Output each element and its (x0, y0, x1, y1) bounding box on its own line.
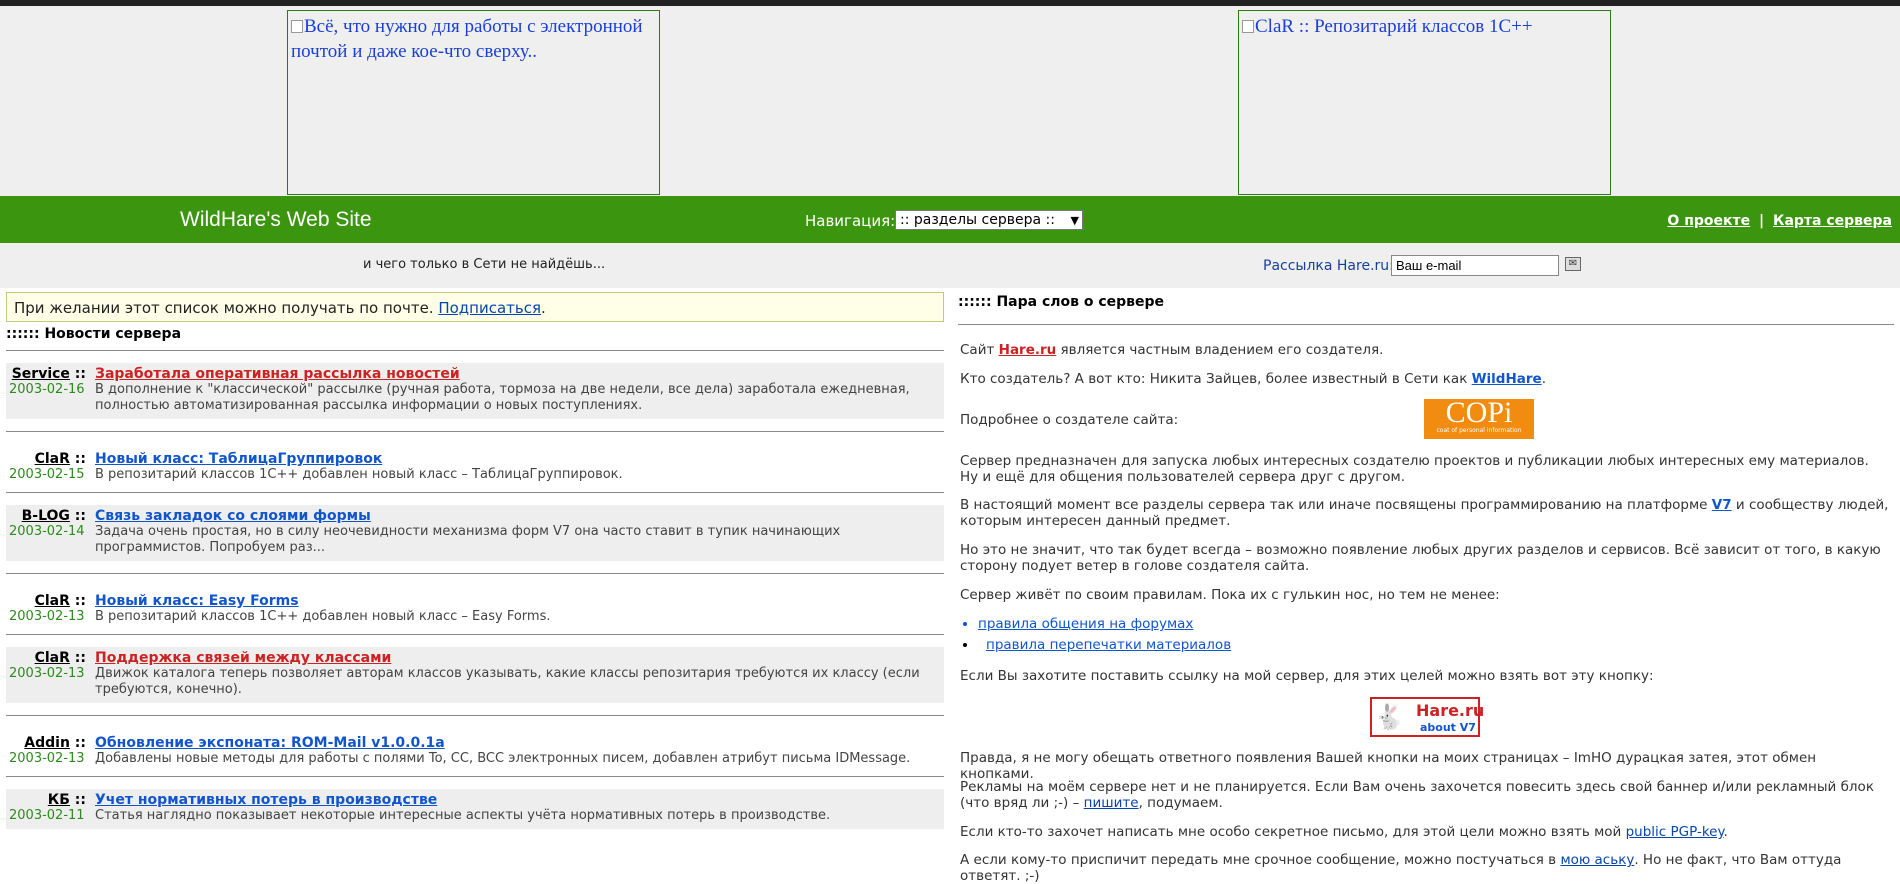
copi-logo-text: COPi (1445, 396, 1513, 429)
news-item: Service :: 2003-02-16 Заработала операти… (6, 363, 944, 419)
news-text: Движок каталога теперь позволяет авторам… (95, 666, 920, 697)
hare-ru-link[interactable]: Hare.ru (999, 342, 1057, 358)
tagline-bar: и чего только в Сети не найдёшь... Рассы… (0, 243, 1900, 288)
about-section-title: :::::: Пара слов о сервере (958, 294, 1165, 310)
subscribe-notice: При желании этот список можно получать п… (6, 292, 944, 322)
about-paragraph: Кто создатель? А вот кто: Никита Зайцев,… (960, 371, 1546, 387)
news-category[interactable]: B-LOG :: (6, 508, 86, 524)
clar-banner[interactable]: ClaR :: Репозитарий классов 1С++ (1238, 10, 1611, 195)
hare-button-title: Hare.ru (1416, 701, 1485, 720)
copi-caption: coat of personal information (1436, 427, 1522, 434)
news-title-link[interactable]: Поддержка связей между классами (95, 650, 391, 666)
tagline: и чего только в Сети не найдёшь... (363, 257, 606, 272)
hare-ru-button[interactable]: 🐇 Hare.ru about V7 (1370, 697, 1484, 737)
list-item: правила перепечатки материалов (978, 635, 1878, 656)
mail-banner-alt: Всё, что нужно для работы с электронной … (291, 16, 643, 62)
news-item: Addin :: 2003-02-13 Обновление экспоната… (6, 732, 944, 770)
about-project-link[interactable]: О проекте (1667, 213, 1750, 229)
navigation-label: Навигация: (805, 212, 896, 230)
about-paragraph: Рекламы на моём сервере нет и не планиру… (960, 779, 1874, 811)
news-text: Задача очень простая, но в силу неочевид… (95, 524, 841, 555)
news-section-title: :::::: Новости сервера (6, 326, 182, 342)
subscribe-email-input[interactable] (1391, 255, 1559, 276)
about-paragraph: Правда, я не могу обещать ответного появ… (960, 750, 1817, 782)
envelope-icon: ✉ (1568, 258, 1578, 269)
news-title-link[interactable]: Новый класс: ТаблицаГруппировок (95, 451, 382, 467)
icq-link[interactable]: мою аську (1560, 852, 1634, 868)
clar-banner-alt: ClaR :: Репозитарий классов 1С++ (1255, 16, 1533, 37)
news-date: 2003-02-11 (9, 808, 85, 823)
news-title-link[interactable]: Новый класс: Easy Forms (95, 593, 299, 609)
hare-button-subtitle: about V7 (1420, 721, 1476, 734)
notice-subscribe-link[interactable]: Подписаться (438, 299, 541, 317)
site-title: WildHare's Web Site (180, 208, 372, 231)
news-text: Статья наглядно показывает некоторые инт… (95, 808, 831, 823)
news-date: 2003-02-13 (9, 666, 85, 681)
news-date: 2003-02-13 (9, 609, 85, 624)
about-paragraph: В настоящий момент все разделы сервера т… (960, 497, 1889, 529)
link-divider: | (1759, 213, 1765, 229)
subscribe-label: Рассылка Hare.ru: (1263, 258, 1394, 274)
news-title-link[interactable]: Учет нормативных потерь в производстве (95, 792, 437, 808)
reprint-rules-link[interactable]: правила перепечатки материалов (986, 637, 1231, 653)
banner-zone: Всё, что нужно для работы с электронной … (0, 6, 1900, 196)
news-category[interactable]: Service :: (6, 366, 86, 382)
forum-rules-link[interactable]: правила общения на форумах (978, 616, 1193, 632)
v7-link[interactable]: V7 (1712, 497, 1732, 513)
rules-list: правила общения на форумах правила переп… (960, 614, 1878, 656)
mail-banner[interactable]: Всё, что нужно для работы с электронной … (287, 10, 660, 195)
sitemap-link[interactable]: Карта сервера (1773, 213, 1892, 229)
news-item: КБ :: 2003-02-11 Учет нормативных потерь… (6, 789, 944, 829)
news-date: 2003-02-15 (9, 467, 85, 482)
news-date: 2003-02-13 (9, 751, 85, 766)
news-text: В дополнение к "классической" рассылке (… (95, 382, 910, 413)
news-category[interactable]: КБ :: (6, 792, 86, 808)
about-paragraph: Сайт Hare.ru является частным владением … (960, 342, 1384, 358)
news-date: 2003-02-16 (9, 382, 85, 397)
about-paragraph: Сервер предназначен для запуска любых ин… (960, 453, 1869, 485)
news-title-link[interactable]: Обновление экспоната: ROM-Mail v1.0.0.1a (95, 735, 445, 751)
about-paragraph: Если Вы захотите поставить ссылку на мой… (960, 668, 1654, 684)
about-paragraph: Сервер живёт по своим правилам. Пока их … (960, 587, 1500, 603)
news-category[interactable]: Addin :: (6, 735, 86, 751)
chevron-down-icon: ▼ (1070, 214, 1079, 227)
news-category[interactable]: ClaR :: (6, 451, 86, 467)
divider (958, 324, 1894, 325)
navigation-select[interactable]: :: разделы сервера :: ▼ (895, 210, 1083, 230)
top-links: О проекте | Карта сервера (1667, 213, 1892, 229)
news-text: В репозитарий классов 1С++ добавлен новы… (95, 467, 623, 482)
notice-dot: . (541, 299, 546, 317)
news-item: B-LOG :: 2003-02-14 Связь закладок со сл… (6, 505, 944, 561)
news-category[interactable]: ClaR :: (6, 593, 86, 609)
news-category[interactable]: ClaR :: (6, 650, 86, 666)
news-item: ClaR :: 2003-02-13 Новый класс: Easy For… (6, 590, 944, 628)
pgp-key-link[interactable]: public PGP-key (1626, 824, 1724, 840)
news-date: 2003-02-14 (9, 524, 85, 539)
broken-image-icon (291, 20, 303, 33)
news-item: ClaR :: 2003-02-15 Новый класс: ТаблицаГ… (6, 448, 944, 486)
subscribe-submit-button[interactable]: ✉ (1565, 257, 1581, 271)
news-title-link[interactable]: Связь закладок со слоями формы (95, 508, 371, 524)
news-item: ClaR :: 2003-02-13 Поддержка связей межд… (6, 647, 944, 703)
header-bar: WildHare's Web Site Навигация: :: раздел… (0, 196, 1900, 243)
navigation-select-value: :: разделы сервера :: (900, 212, 1055, 228)
about-paragraph: А если кому-то приспичит передать мне ср… (960, 852, 1842, 884)
news-title-link[interactable]: Заработала оперативная рассылка новостей (95, 366, 460, 382)
news-column: При желании этот список можно получать п… (6, 292, 944, 829)
about-paragraph: Но это не значит, что так будет всегда –… (960, 542, 1881, 574)
about-paragraph: Если кто-то захочет написать мне особо с… (960, 824, 1728, 840)
news-text: В репозитарий классов 1С++ добавлен новы… (95, 609, 551, 624)
notice-text: При желании этот список можно получать п… (14, 299, 434, 317)
wildhare-link[interactable]: WildHare (1472, 371, 1542, 387)
write-link[interactable]: пишите (1084, 795, 1139, 811)
list-item: правила общения на форумах (978, 614, 1878, 635)
copi-badge[interactable]: COPi coat of personal information (1424, 396, 1534, 439)
news-text: Добавлены новые методы для работы с поля… (95, 751, 911, 766)
hare-mascot-icon: 🐇 (1374, 703, 1404, 731)
broken-image-icon (1242, 20, 1254, 33)
